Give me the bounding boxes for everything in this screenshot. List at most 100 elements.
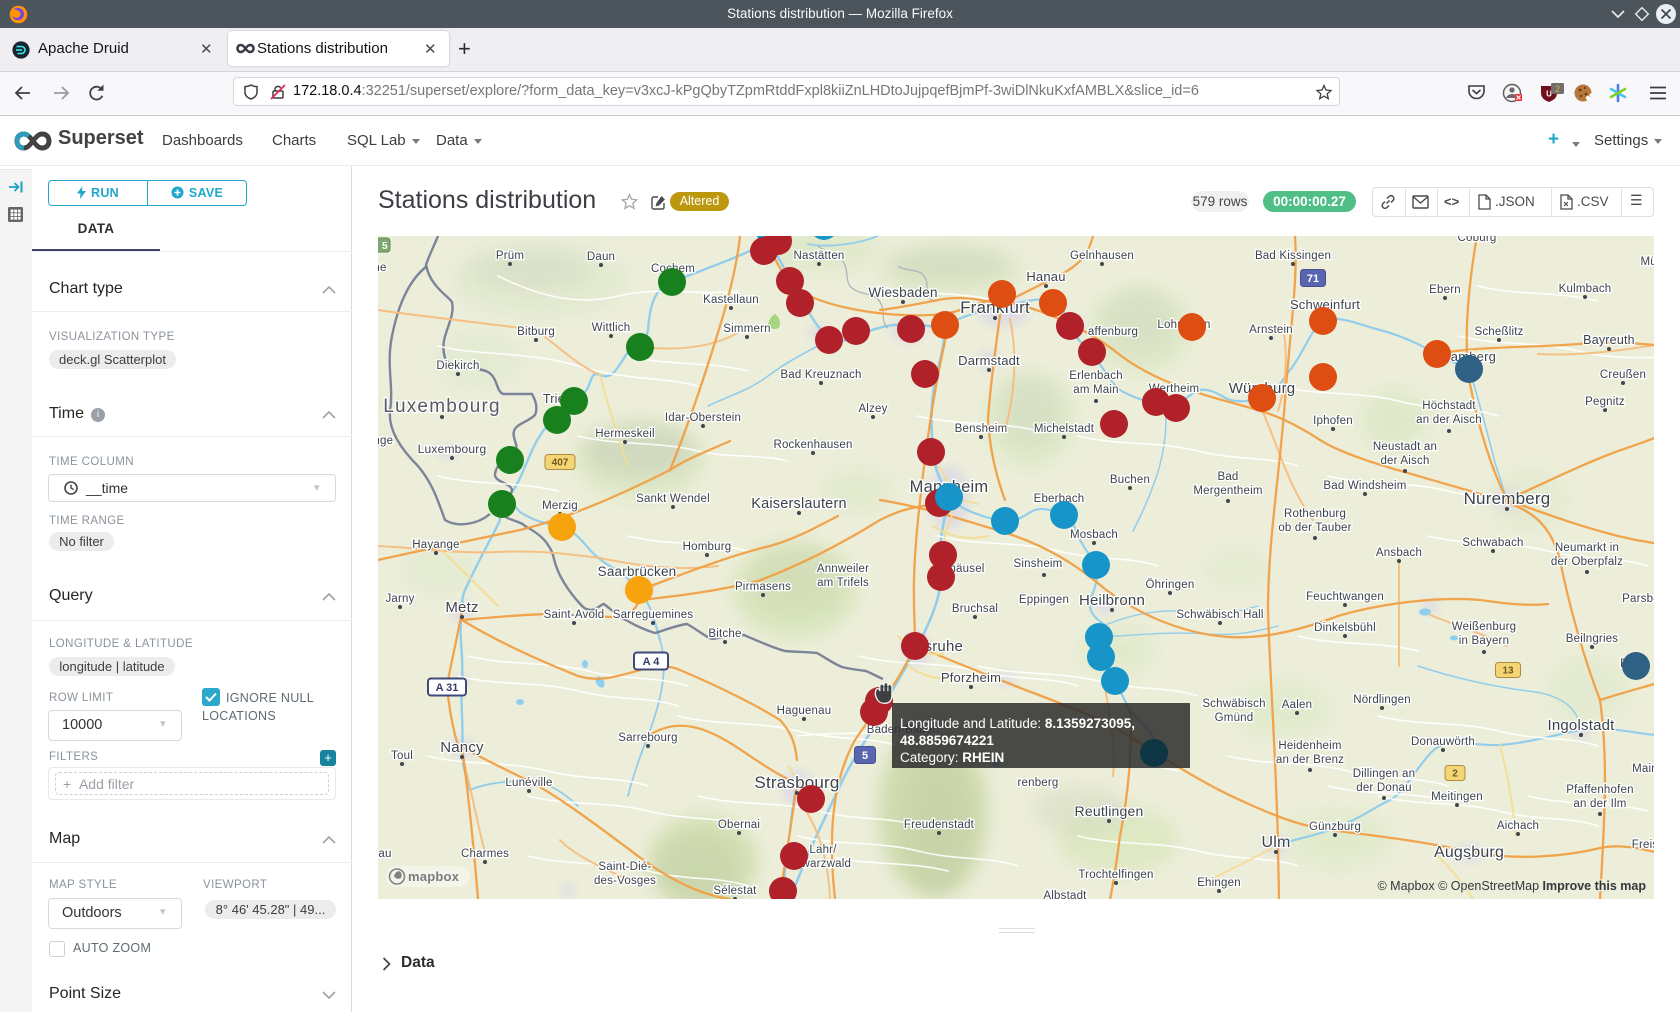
svg-text:ange: ange (378, 435, 393, 447)
svg-text:Bad Kreuznach: Bad Kreuznach (780, 369, 861, 381)
svg-text:an der Aisch: an der Aisch (1416, 414, 1482, 426)
svg-text:Münc: Münc (1641, 256, 1654, 268)
svg-text:an der Ilm: an der Ilm (1573, 798, 1626, 810)
svg-text:renberg: renberg (1017, 777, 1058, 789)
svg-text:Donauwörth: Donauwörth (1411, 736, 1475, 748)
svg-text:Longitude and Latitude: 8.1359: Longitude and Latitude: 8.1359273095, (900, 716, 1135, 731)
svg-text:Mosbach: Mosbach (1070, 529, 1118, 541)
svg-text:Charmes: Charmes (461, 848, 509, 860)
svg-text:Idar-Oberstein: Idar-Oberstein (665, 412, 741, 424)
svg-text:Saint-Avold: Saint-Avold (544, 609, 605, 621)
svg-text:Darmstadt: Darmstadt (958, 353, 1020, 368)
svg-text:A 31: A 31 (436, 682, 459, 694)
svg-text:Schwabach: Schwabach (1462, 537, 1523, 549)
svg-text:Saint-Dié-: Saint-Dié- (598, 861, 651, 873)
svg-text:Nancy: Nancy (440, 739, 484, 756)
svg-text:Günzburg: Günzburg (1309, 821, 1361, 833)
svg-text:häusel: häusel (949, 563, 984, 575)
svg-text:Heilbronn: Heilbronn (1079, 592, 1145, 609)
svg-text:au: au (378, 848, 391, 860)
svg-text:Hermeskeil: Hermeskeil (595, 428, 655, 440)
svg-text:Daun: Daun (587, 251, 615, 263)
svg-text:Haguenau: Haguenau (777, 705, 832, 717)
svg-text:Freis: Freis (1632, 839, 1654, 851)
svg-text:Ulm: Ulm (1261, 834, 1290, 851)
svg-text:der Donau: der Donau (1356, 782, 1412, 794)
svg-text:Aalen: Aalen (1282, 699, 1312, 711)
svg-text:Bruchsal: Bruchsal (952, 603, 998, 615)
svg-text:Bitburg: Bitburg (517, 326, 555, 338)
svg-text:des-Vosges: des-Vosges (594, 875, 656, 887)
svg-text:der Oberpfalz: der Oberpfalz (1551, 556, 1623, 568)
svg-text:Öhringen: Öhringen (1146, 579, 1195, 591)
svg-text:Kulmbach: Kulmbach (1559, 283, 1612, 295)
svg-text:Schwäbisch: Schwäbisch (1202, 698, 1265, 710)
svg-text:Trochtelfingen: Trochtelfingen (1078, 869, 1153, 881)
svg-text:Mergentheim: Mergentheim (1193, 485, 1262, 497)
svg-text:Rothenburg: Rothenburg (1284, 508, 1346, 520)
svg-text:mapbox: mapbox (408, 869, 460, 884)
svg-text:Ehingen: Ehingen (1197, 877, 1241, 889)
svg-text:Sinsheim: Sinsheim (1014, 558, 1063, 570)
svg-text:Toul: Toul (391, 750, 413, 762)
svg-text:Lunéville: Lunéville (505, 777, 552, 789)
svg-text:Neumarkt in: Neumarkt in (1555, 542, 1619, 554)
svg-text:Bayreuth: Bayreuth (1583, 333, 1635, 347)
svg-text:Beilngries: Beilngries (1566, 633, 1619, 645)
svg-text:Sankt Wendel: Sankt Wendel (636, 493, 710, 505)
svg-text:Iphofen: Iphofen (1313, 415, 1353, 427)
svg-text:Pegnitz: Pegnitz (1585, 396, 1625, 408)
svg-text:Pfaffenhofen: Pfaffenhofen (1566, 784, 1633, 796)
svg-text:Weißenburg: Weißenburg (1452, 621, 1516, 633)
svg-text:Ingolstadt: Ingolstadt (1547, 717, 1615, 734)
svg-text:Prüm: Prüm (496, 250, 524, 262)
svg-text:Obernai: Obernai (718, 819, 760, 831)
svg-text:Eppingen: Eppingen (1019, 594, 1069, 606)
svg-text:an der Brenz: an der Brenz (1276, 754, 1344, 766)
svg-text:affenburg: affenburg (1088, 326, 1138, 338)
svg-text:Luxembourg: Luxembourg (383, 396, 501, 417)
svg-text:Dillingen an: Dillingen an (1353, 768, 1416, 780)
svg-text:Nördlingen: Nördlingen (1353, 694, 1411, 706)
svg-text:Pirmasens: Pirmasens (735, 581, 791, 593)
svg-text:Merzig: Merzig (542, 500, 578, 512)
svg-text:Alzey: Alzey (858, 403, 887, 415)
svg-text:Arnstein: Arnstein (1249, 324, 1293, 336)
svg-text:Creußen: Creußen (1600, 369, 1646, 381)
svg-text:ne: ne (378, 262, 387, 274)
svg-text:Höchstadt: Höchstadt (1422, 400, 1476, 412)
svg-text:Bad Windsheim: Bad Windsheim (1323, 480, 1406, 492)
svg-text:2: 2 (1555, 84, 1560, 94)
svg-text:Parsbe: Parsbe (1622, 593, 1654, 605)
svg-text:Hayange: Hayange (412, 539, 459, 551)
svg-text:Bad Kissingen: Bad Kissingen (1255, 250, 1331, 262)
svg-text:Reutlingen: Reutlingen (1075, 803, 1144, 819)
svg-text:Heidenheim: Heidenheim (1278, 740, 1341, 752)
svg-text:A 4: A 4 (643, 656, 661, 668)
svg-text:Jarny: Jarny (385, 593, 414, 605)
svg-text:Ansbach: Ansbach (1376, 547, 1422, 559)
svg-text:© Mapbox © OpenStreetMap Impro: © Mapbox © OpenStreetMap Improve this ma… (1377, 879, 1646, 893)
svg-text:Metz: Metz (445, 599, 478, 616)
svg-text:Nuremberg: Nuremberg (1464, 489, 1551, 508)
svg-text:Diekirch: Diekirch (436, 360, 479, 372)
svg-text:5: 5 (862, 750, 868, 762)
svg-text:Albstadt: Albstadt (1043, 890, 1087, 899)
svg-text:Simmern: Simmern (723, 323, 770, 335)
svg-text:Sélestat: Sélestat (713, 885, 757, 897)
svg-text:71: 71 (1307, 273, 1319, 285)
svg-text:Coburg: Coburg (1458, 236, 1497, 244)
svg-text:Aichach: Aichach (1497, 820, 1539, 832)
svg-text:Pforzheim: Pforzheim (941, 670, 1001, 685)
svg-text:Kaiserslautern: Kaiserslautern (751, 496, 847, 512)
svg-text:Ebern: Ebern (1429, 284, 1461, 296)
svg-text:Schwäbisch Hall: Schwäbisch Hall (1176, 609, 1263, 621)
svg-text:Main: Main (1632, 763, 1654, 775)
svg-text:Hanau: Hanau (1026, 269, 1065, 284)
svg-text:Scheßlitz: Scheßlitz (1474, 326, 1523, 338)
svg-text:Sarrebourg: Sarrebourg (618, 732, 678, 744)
svg-text:Wiesbaden: Wiesbaden (868, 285, 937, 300)
svg-text:am Trifels: am Trifels (817, 577, 869, 589)
svg-text:Kastellaun: Kastellaun (703, 294, 759, 306)
svg-text:Bensheim: Bensheim (955, 423, 1008, 435)
